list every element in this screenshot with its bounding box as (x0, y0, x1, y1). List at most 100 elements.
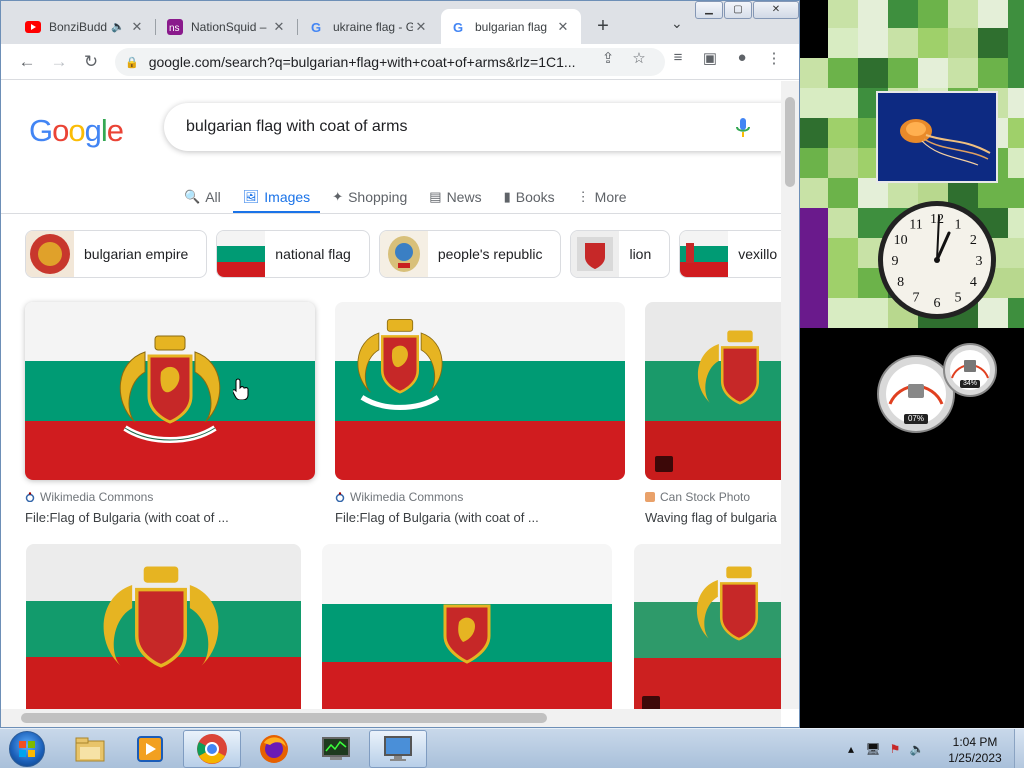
wallpaper-tile (828, 328, 858, 358)
chip-vexillology[interactable]: vexillo (679, 230, 781, 278)
result-source[interactable]: Wikimedia Commons (335, 490, 625, 504)
close-window-button[interactable]: ✕ (753, 1, 799, 19)
logo-letter: g (84, 113, 102, 148)
chip-bulgarian-empire[interactable]: bulgarian empire (25, 230, 208, 278)
speaker-icon[interactable]: 🔈 (111, 20, 125, 33)
tab-books[interactable]: ▮ Books (504, 181, 555, 213)
chrome-menu-icon[interactable]: ⋮ (763, 49, 785, 67)
google-results-page: Google bulgarian flag with coat of arms … (1, 81, 781, 709)
search-type-tabs: 🔍 All 🖼 Images ✦ Shopping ▤ News ▮ Books ⋮ Mor… (184, 181, 649, 214)
forward-button[interactable]: → (47, 50, 71, 74)
tab-bonzibuddy[interactable]: BonziBuddy 🔈 ✕ (15, 9, 155, 44)
scrollbar-thumb[interactable] (785, 97, 795, 187)
system-tray: ▴ 🖥 ⚑ 🔈 (840, 729, 928, 768)
reload-button[interactable]: ↻ (79, 50, 103, 74)
clock-number: 9 (892, 254, 899, 269)
tab-strip: BonziBuddy 🔈 ✕ ns NationSquid – ✕ G ukra… (1, 1, 799, 44)
photo-icon (642, 696, 660, 709)
result-thumbnail[interactable] (322, 544, 612, 709)
result-thumbnail[interactable] (634, 544, 781, 709)
close-tab-icon[interactable]: ✕ (413, 19, 429, 35)
taskbar-media-player[interactable] (121, 730, 179, 768)
source-name: Wikimedia Commons (350, 490, 464, 504)
close-tab-icon[interactable]: ✕ (555, 19, 571, 35)
result-thumbnail[interactable] (25, 302, 315, 480)
close-tab-icon[interactable]: ✕ (129, 19, 145, 35)
tab-more[interactable]: ⋮ More (577, 181, 627, 213)
search-input[interactable]: bulgarian flag with coat of arms (164, 103, 781, 151)
wallpaper-tile (978, 0, 1008, 28)
result-title[interactable]: File:Flag of Bulgaria (with coat of ... (25, 510, 315, 525)
computer-monitor-icon (384, 736, 412, 761)
result-title[interactable]: File:Flag of Bulgaria (with coat of ... (335, 510, 625, 525)
image-result[interactable] (322, 544, 612, 709)
lock-icon[interactable]: 🔒 (125, 56, 139, 69)
wallpaper-tile (800, 298, 828, 328)
google-logo[interactable]: Google (29, 113, 124, 149)
minimize-button[interactable]: ▁ (695, 1, 723, 19)
vertical-scrollbar[interactable] (781, 81, 799, 709)
wallpaper-tile (828, 58, 858, 88)
taskbar-firefox[interactable] (245, 730, 303, 768)
show-desktop-button[interactable] (1014, 729, 1024, 768)
close-tab-icon[interactable]: ✕ (271, 19, 287, 35)
tab-news[interactable]: ▤ News (429, 181, 481, 213)
share-icon[interactable]: ⇪ (597, 49, 619, 67)
taskbar-explorer[interactable] (61, 730, 119, 768)
result-thumbnail[interactable] (26, 544, 301, 709)
profile-avatar-icon[interactable]: ● (731, 49, 753, 66)
tab-shopping[interactable]: ✦ Shopping (332, 181, 407, 213)
address-bar[interactable]: 🔒 google.com/search?q=bulgarian+flag+wit… (115, 48, 665, 76)
scrollbar-thumb[interactable] (21, 713, 547, 723)
chip-thumbnail (379, 231, 428, 277)
slideshow-gadget[interactable] (876, 91, 998, 183)
tab-search-chevron-icon[interactable]: ⌄ (671, 15, 683, 32)
firefox-icon (260, 735, 288, 763)
result-thumbnail[interactable] (335, 302, 625, 480)
tab-bulgarian-flag[interactable]: G bulgarian flag ✕ (441, 9, 581, 44)
result-source[interactable]: Can Stock Photo (645, 490, 781, 504)
result-title[interactable]: Waving flag of bulgaria (645, 510, 781, 525)
taskbar-task-manager[interactable] (307, 730, 365, 768)
volume-icon[interactable]: 🔈 (906, 742, 928, 756)
action-center-flag-icon[interactable]: ⚑ (884, 742, 906, 756)
media-controls-icon[interactable]: ≡ (667, 49, 689, 66)
tab-nationsquid[interactable]: ns NationSquid – ✕ (157, 9, 297, 44)
result-source[interactable]: Wikimedia Commons (25, 490, 315, 504)
taskbar: ▴ 🖥 ⚑ 🔈 1:04 PM 1/25/2023 (0, 728, 1024, 768)
show-hidden-icons-arrow-icon[interactable]: ▴ (840, 742, 862, 756)
new-tab-button[interactable]: + (591, 15, 615, 37)
svg-text:G: G (453, 20, 463, 35)
maximize-button[interactable]: ▢ (724, 1, 752, 19)
wallpaper-tile (1008, 148, 1024, 178)
clock-number: 10 (894, 233, 908, 248)
result-thumbnail[interactable] (645, 302, 781, 480)
back-button[interactable]: ← (15, 50, 39, 74)
bookmark-star-icon[interactable]: ☆ (628, 49, 650, 67)
image-result[interactable]: Wikimedia Commons File:Flag of Bulgaria … (25, 302, 315, 525)
tab-ukraine-flag[interactable]: G ukraine flag - G ✕ (299, 9, 439, 44)
horizontal-scrollbar[interactable] (1, 709, 781, 727)
image-result[interactable] (26, 544, 301, 709)
chip-peoples-republic[interactable]: people's republic (378, 230, 562, 278)
chip-national-flag[interactable]: national flag (216, 230, 370, 278)
image-result[interactable]: Wikimedia Commons File:Flag of Bulgaria … (335, 302, 625, 525)
network-icon[interactable]: 🖥 (862, 742, 884, 756)
tab-images[interactable]: 🖼 Images (232, 181, 321, 214)
clock-number: 6 (934, 296, 941, 311)
image-result[interactable]: Can Stock Photo Waving flag of bulgaria (645, 302, 781, 525)
image-result[interactable] (634, 544, 781, 709)
tab-all[interactable]: 🔍 All (184, 181, 221, 213)
wallpaper-tile (800, 58, 828, 88)
tab-divider (155, 19, 156, 35)
voice-search-mic-icon[interactable] (736, 118, 750, 138)
taskbar-remote-desktop[interactable] (369, 730, 427, 768)
image-icon: 🖼 (242, 189, 260, 204)
memory-meter-gadget[interactable]: 34% (942, 342, 998, 398)
clock-gadget[interactable]: 11 10 9 8 7 6 5 4 3 2 1 12 (876, 199, 998, 321)
taskbar-chrome[interactable] (183, 730, 241, 768)
start-button[interactable] (2, 729, 52, 768)
side-panel-icon[interactable]: ▣ (699, 49, 721, 67)
chip-lion[interactable]: lion (570, 230, 671, 278)
taskbar-clock[interactable]: 1:04 PM 1/25/2023 (940, 734, 1010, 766)
